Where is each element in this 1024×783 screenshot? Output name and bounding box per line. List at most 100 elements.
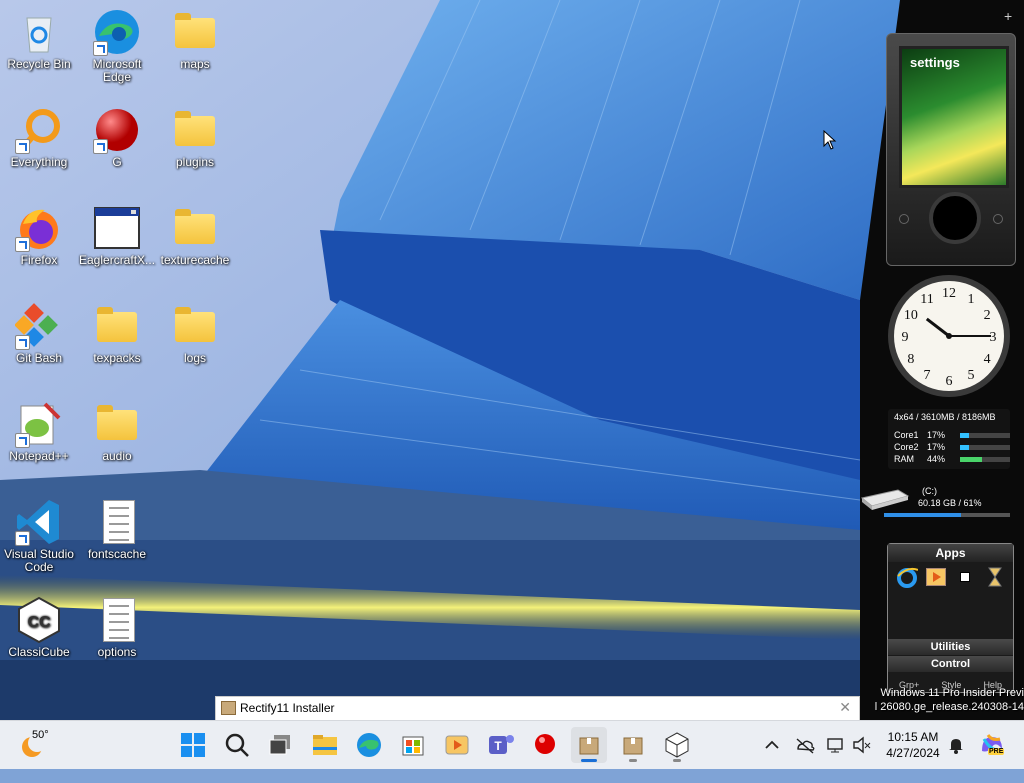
- clock-number: 7: [924, 368, 931, 383]
- eaglercraftx-shortcut[interactable]: EaglercraftX...: [79, 198, 155, 267]
- maps-folder[interactable]: maps: [157, 2, 233, 71]
- plugins-folder[interactable]: plugins: [157, 100, 233, 169]
- hard-drive-icon: [860, 489, 910, 510]
- store-button[interactable]: [395, 727, 431, 763]
- volume-button[interactable]: [852, 735, 872, 783]
- clock-button[interactable]: 10:15 AM 4/27/2024: [882, 729, 944, 777]
- installer-icon: [579, 737, 599, 755]
- network-icon: [827, 738, 843, 753]
- clock-number: 2: [984, 308, 991, 323]
- zune-settings-label[interactable]: settings: [910, 55, 960, 70]
- apps-launcher-gadget[interactable]: Apps Utilities Control Grp+ Style Help: [887, 543, 1014, 693]
- installer-window-bar[interactable]: Rectify11 Installer ✕: [215, 696, 860, 721]
- apps-control-section[interactable]: Control: [888, 656, 1013, 672]
- magnifier-icon: [15, 106, 63, 154]
- zune-screen: settings: [899, 46, 1009, 188]
- task-view-button[interactable]: [263, 727, 299, 763]
- classicube-shortcut[interactable]: CC ClassiCube: [1, 590, 77, 659]
- teams-icon: T: [489, 735, 514, 754]
- audio-folder[interactable]: audio: [79, 394, 155, 463]
- search-button[interactable]: [219, 727, 255, 763]
- clock-gadget[interactable]: 12 1 2 3 4 5 6 7 8 9 10 11: [886, 273, 1012, 399]
- options-file[interactable]: options: [79, 590, 155, 659]
- shortcut-arrow-icon: [93, 139, 108, 154]
- package-taskbar-button[interactable]: [615, 727, 651, 763]
- folder-icon: [171, 302, 219, 350]
- folder-icon: [171, 106, 219, 154]
- apps-utilities-section[interactable]: Utilities: [888, 639, 1013, 655]
- document-icon: [93, 596, 141, 644]
- everything-shortcut[interactable]: Everything: [1, 100, 77, 169]
- file-explorer-button[interactable]: [307, 727, 343, 763]
- logs-folder[interactable]: logs: [157, 296, 233, 365]
- shortcut-arrow-icon: [15, 237, 30, 252]
- cube-taskbar-button[interactable]: [659, 727, 695, 763]
- drive-usage-bar: [884, 513, 1010, 517]
- media-player-button[interactable]: [439, 727, 475, 763]
- package-icon: [623, 737, 643, 755]
- zune-play-button[interactable]: [993, 214, 1003, 224]
- firefox-shortcut[interactable]: Firefox: [1, 198, 77, 267]
- notifications-button[interactable]: [946, 735, 966, 783]
- zune-gadget[interactable]: settings: [886, 33, 1016, 266]
- task-view-icon: [269, 735, 290, 755]
- meter-row-core2: Core2 17%: [894, 442, 1010, 453]
- svg-text:T: T: [494, 739, 502, 753]
- cpu-meter-gadget[interactable]: 4x64 / 3610MB / 8186MB Core1 17% Core2 1…: [888, 409, 1010, 469]
- start-button[interactable]: [175, 727, 211, 763]
- version-watermark: Windows 11 Pro Insider Previ l 26080.ge_…: [874, 687, 1024, 713]
- clock-number: 11: [920, 292, 933, 307]
- microsoft-edge-shortcut[interactable]: Microsoft Edge: [79, 2, 155, 84]
- drive-gadget[interactable]: (C:) 60.18 GB / 61%: [858, 484, 1018, 524]
- git-bash-shortcut[interactable]: Git Bash: [1, 296, 77, 365]
- ie-icon[interactable]: [896, 566, 919, 593]
- media-player-icon[interactable]: [926, 568, 946, 586]
- git-bash-icon: [14, 302, 63, 350]
- shortcut-arrow-icon: [15, 139, 30, 154]
- texpacks-folder[interactable]: texpacks: [79, 296, 155, 365]
- copilot-button[interactable]: PRE: [978, 731, 1006, 779]
- start-icon: [181, 733, 205, 757]
- show-hidden-icons-button[interactable]: [762, 735, 782, 783]
- taskbar: 50° T 10:15 AM 4/27/2024 PRE: [0, 720, 1024, 769]
- running-indicator: [629, 759, 637, 762]
- clock-number: 9: [902, 330, 909, 345]
- g-taskbar-button[interactable]: [527, 727, 563, 763]
- cloud-offline-icon: [796, 738, 815, 754]
- svg-text:CC: CC: [27, 614, 51, 631]
- clock-number: 4: [984, 352, 991, 367]
- visual-studio-code-shortcut[interactable]: Visual Studio Code: [1, 492, 77, 574]
- edge-taskbar-button[interactable]: [351, 727, 387, 763]
- clock-number: 3: [990, 330, 997, 345]
- g-shortcut[interactable]: G: [79, 100, 155, 169]
- core2-bar: [960, 445, 1010, 450]
- texturecache-folder[interactable]: texturecache: [157, 198, 233, 267]
- onedrive-button[interactable]: [794, 735, 816, 783]
- notepad-plus-plus-shortcut[interactable]: Notepad++: [1, 394, 77, 463]
- clock-number: 6: [946, 374, 953, 389]
- installer-taskbar-button[interactable]: [571, 727, 607, 763]
- apps-title[interactable]: Apps: [888, 544, 1013, 562]
- running-indicator: [673, 759, 681, 762]
- installer-close-button[interactable]: ✕: [839, 699, 851, 716]
- teams-button[interactable]: T: [483, 727, 519, 763]
- meter-row-core1: Core1 17%: [894, 430, 1010, 441]
- cube-icon: [665, 732, 689, 758]
- tray-time: 10:15 AM: [887, 730, 939, 744]
- shortcut-arrow-icon: [15, 335, 30, 350]
- weather-widget[interactable]: 50°: [18, 729, 78, 761]
- add-gadget-button[interactable]: +: [1004, 8, 1012, 24]
- network-button[interactable]: [826, 735, 846, 783]
- small-window-icon[interactable]: [960, 572, 970, 582]
- zune-back-button[interactable]: [899, 214, 909, 224]
- file-explorer-icon: [313, 735, 337, 755]
- meter-row-ram: RAM 44%: [894, 454, 1010, 465]
- hourglass-icon[interactable]: [987, 567, 1003, 592]
- recycle-bin-shortcut[interactable]: Recycle Bin: [1, 2, 77, 71]
- clock-number: 12: [942, 286, 956, 301]
- search-icon: [225, 733, 249, 757]
- fontscache-file[interactable]: fontscache: [79, 492, 155, 561]
- zune-pad-button[interactable]: [929, 192, 981, 244]
- speaker-muted-icon: [853, 736, 871, 754]
- shortcut-arrow-icon: [15, 433, 30, 448]
